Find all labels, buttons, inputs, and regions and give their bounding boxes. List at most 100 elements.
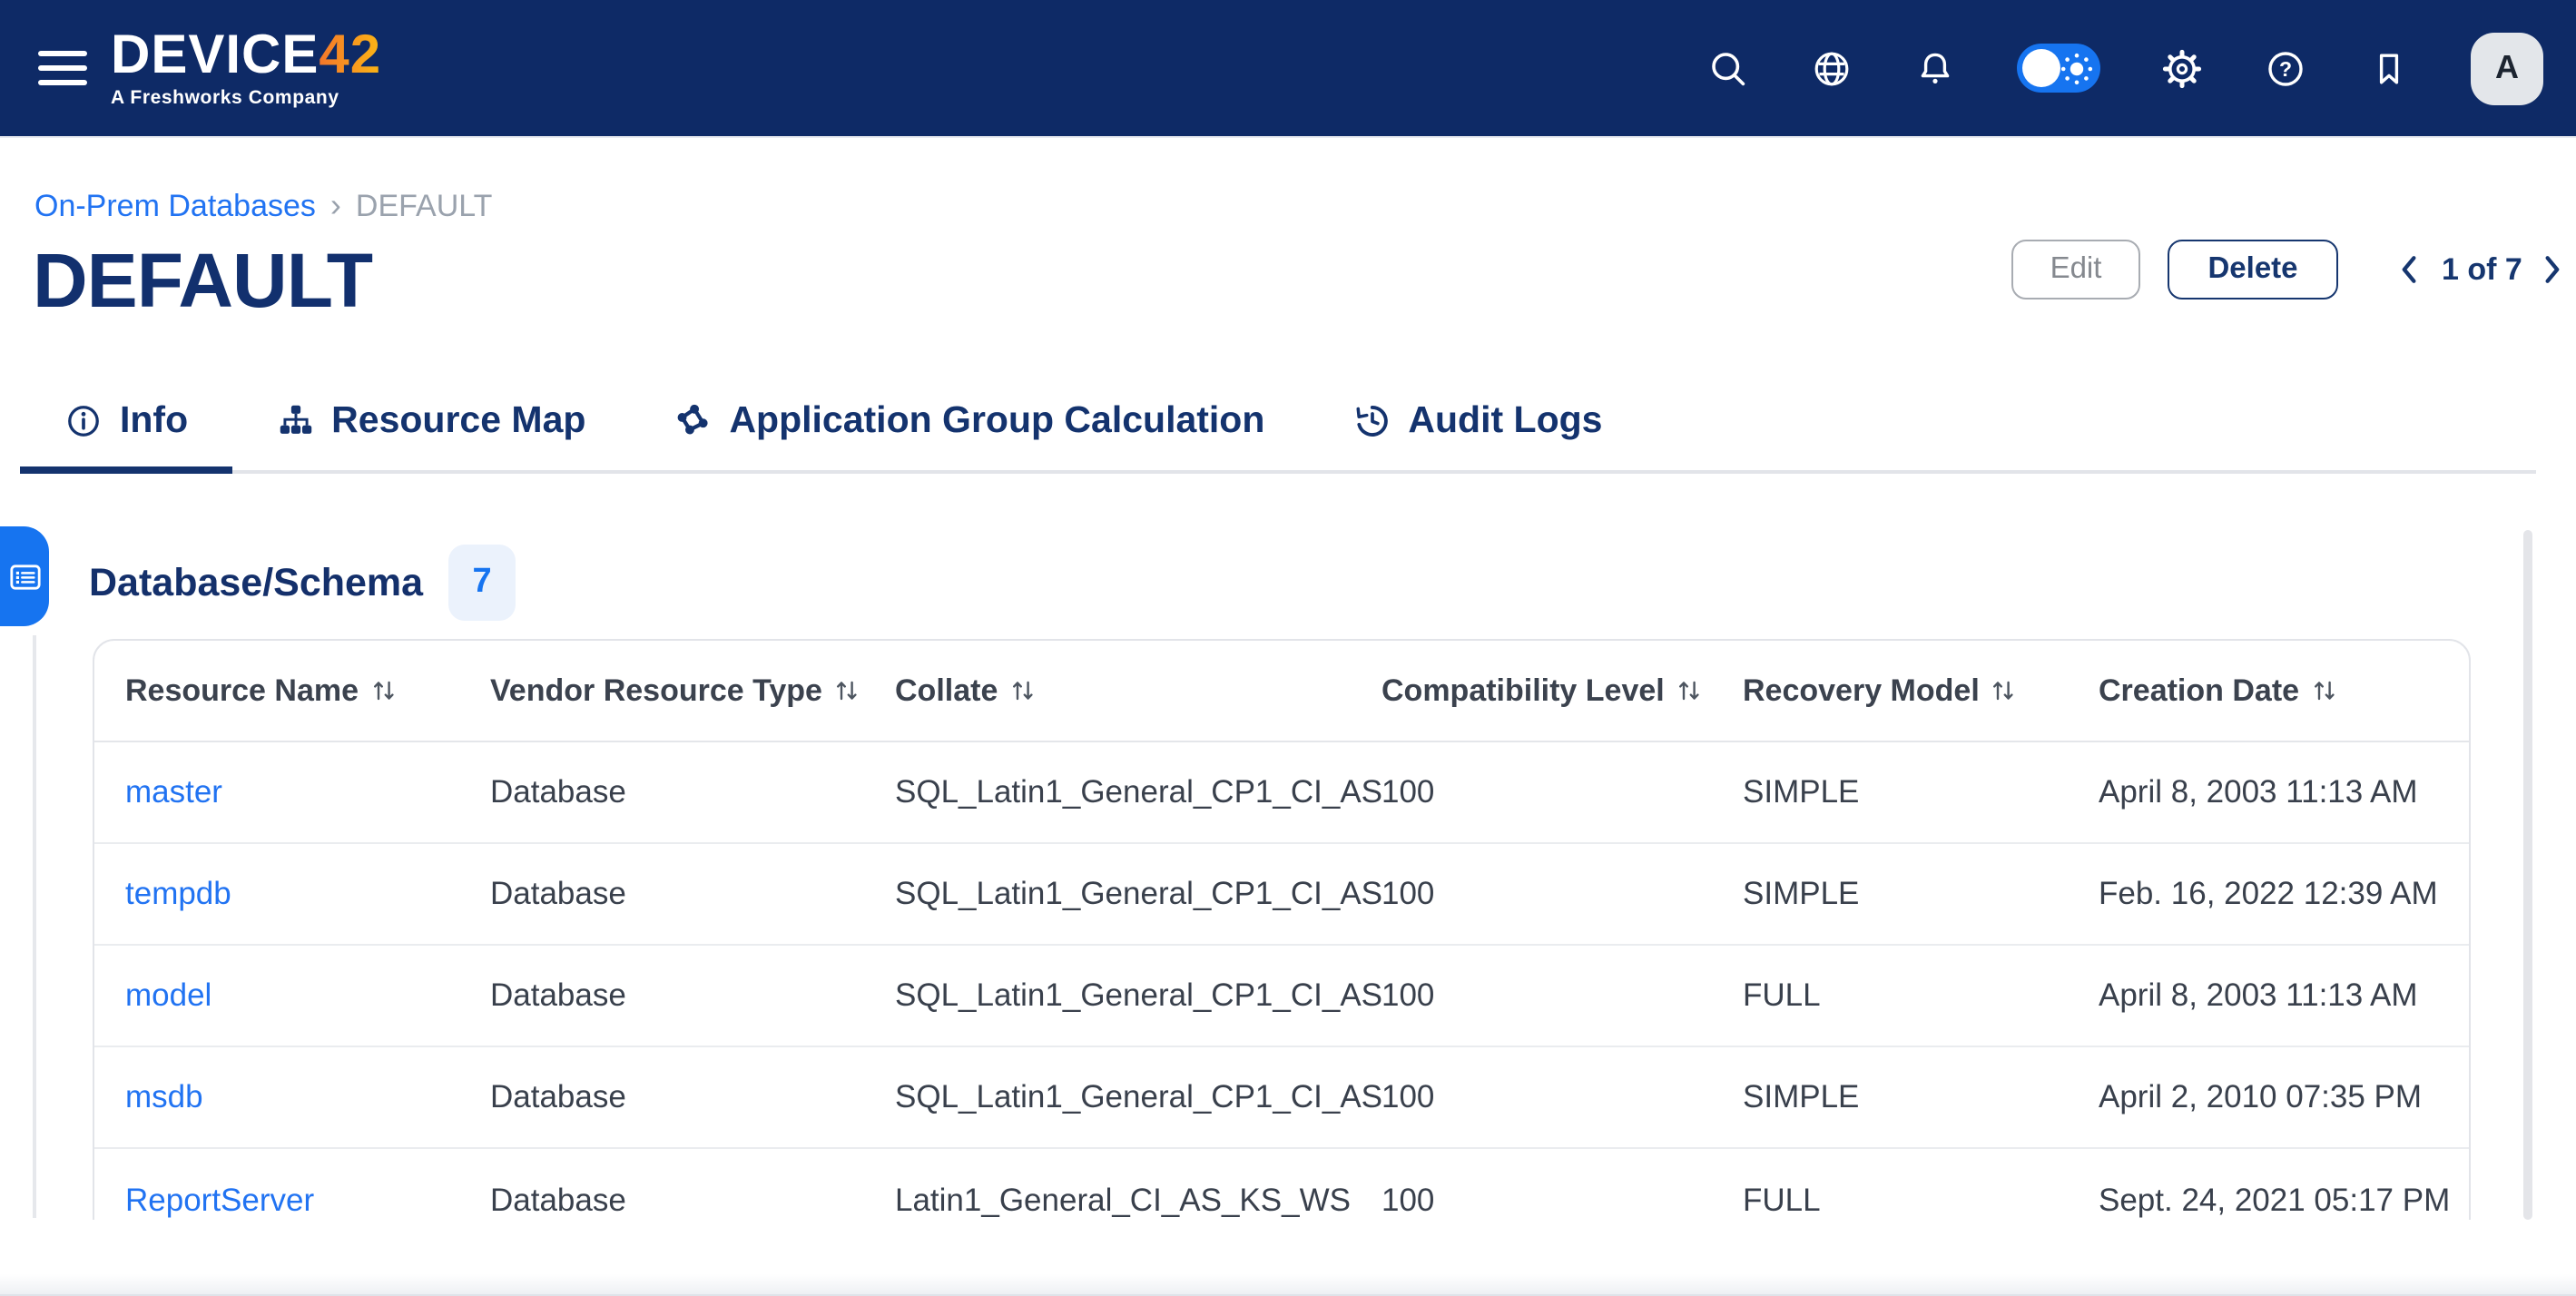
top-navbar: DEVICE42 A Freshworks Company ? <box>0 0 2576 138</box>
sort-icon <box>1992 679 2016 702</box>
chevron-right-icon[interactable] <box>2544 253 2566 286</box>
table-row: ReportServer Database Latin1_General_CI_… <box>94 1149 2469 1220</box>
pager-text: 1 of 7 <box>2442 251 2522 288</box>
avatar[interactable]: A <box>2471 32 2543 104</box>
list-icon <box>6 558 43 594</box>
tab-audit-logs[interactable]: Audit Logs <box>1308 385 1646 474</box>
tab-application-group-calculation[interactable]: Application Group Calculation <box>629 385 1308 474</box>
database-schema-table: Resource Name Vendor Resource Type Colla… <box>93 639 2471 1220</box>
tab-resource-map[interactable]: Resource Map <box>231 385 629 474</box>
collate-cell: SQL_Latin1_General_CP1_CI_AS <box>895 875 1381 913</box>
navbar-actions: ? A <box>1706 32 2576 104</box>
compatibility-level-cell: 100 <box>1381 875 1743 913</box>
column-header-vendor-resource-type[interactable]: Vendor Resource Type <box>490 673 895 709</box>
recovery-model-cell: FULL <box>1743 977 2099 1015</box>
menu-icon[interactable] <box>38 50 87 86</box>
window-bottom-edge <box>0 1274 2576 1296</box>
sort-icon <box>1010 679 1034 702</box>
bell-icon[interactable] <box>1913 46 1957 90</box>
section-title: Database/Schema <box>89 560 423 605</box>
network-icon <box>673 401 713 441</box>
breadcrumb: On-Prem Databases › DEFAULT <box>34 187 492 225</box>
chevron-left-icon[interactable] <box>2398 253 2420 286</box>
compatibility-level-cell: 100 <box>1381 773 1743 811</box>
recovery-model-cell: FULL <box>1743 1181 2099 1219</box>
tab-label: Info <box>120 399 188 443</box>
page-title: DEFAULT <box>33 238 372 325</box>
column-header-resource-name[interactable]: Resource Name <box>125 673 490 709</box>
tab-bar: Info Resource Map Application Group Calc… <box>20 385 2536 474</box>
collate-cell: SQL_Latin1_General_CP1_CI_AS <box>895 773 1381 811</box>
tab-info[interactable]: Info <box>20 385 231 474</box>
table-row: master Database SQL_Latin1_General_CP1_C… <box>94 742 2469 844</box>
sort-icon <box>835 679 859 702</box>
resource-name-link[interactable]: ReportServer <box>125 1181 490 1219</box>
theme-toggle[interactable] <box>2017 44 2100 93</box>
sort-icon <box>371 679 395 702</box>
recovery-model-cell: SIMPLE <box>1743 1078 2099 1116</box>
recovery-model-cell: SIMPLE <box>1743 875 2099 913</box>
logo-subtitle: A Freshworks Company <box>111 89 381 108</box>
compatibility-level-cell: 100 <box>1381 1078 1743 1116</box>
sitemap-icon <box>275 401 315 441</box>
column-header-compatibility-level[interactable]: Compatibility Level <box>1381 673 1743 709</box>
table-row: msdb Database SQL_Latin1_General_CP1_CI_… <box>94 1047 2469 1149</box>
creation-date-cell: April 2, 2010 07:35 PM <box>2099 1078 2469 1116</box>
column-header-collate[interactable]: Collate <box>895 673 1381 709</box>
delete-button[interactable]: Delete <box>2168 240 2338 299</box>
logo-text: DEVICE42 <box>111 29 381 83</box>
table-row: model Database SQL_Latin1_General_CP1_CI… <box>94 946 2469 1047</box>
collate-cell: SQL_Latin1_General_CP1_CI_AS <box>895 1078 1381 1116</box>
creation-date-cell: Sept. 24, 2021 05:17 PM <box>2099 1181 2469 1219</box>
tab-label: Application Group Calculation <box>729 399 1264 443</box>
breadcrumb-current: DEFAULT <box>356 188 493 224</box>
recovery-model-cell: SIMPLE <box>1743 773 2099 811</box>
table-header-row: Resource Name Vendor Resource Type Colla… <box>94 641 2469 742</box>
sun-icon <box>2059 50 2095 86</box>
globe-icon[interactable] <box>1810 46 1853 90</box>
creation-date-cell: April 8, 2003 11:13 AM <box>2099 977 2469 1015</box>
section-list-toggle[interactable] <box>0 526 49 626</box>
vendor-resource-type-cell: Database <box>490 1181 895 1219</box>
resource-name-link[interactable]: model <box>125 977 490 1015</box>
logo-accent: 42 <box>319 25 381 85</box>
page-actions: Edit Delete 1 of 7 <box>2011 240 2566 299</box>
gear-icon[interactable] <box>2160 46 2204 90</box>
vendor-resource-type-cell: Database <box>490 875 895 913</box>
column-header-recovery-model[interactable]: Recovery Model <box>1743 673 2099 709</box>
creation-date-cell: Feb. 16, 2022 12:39 AM <box>2099 875 2469 913</box>
breadcrumb-separator: › <box>330 187 341 225</box>
count-badge: 7 <box>448 545 516 621</box>
edit-button[interactable]: Edit <box>2011 240 2140 299</box>
info-icon <box>64 401 103 441</box>
table-row: tempdb Database SQL_Latin1_General_CP1_C… <box>94 844 2469 946</box>
collate-cell: SQL_Latin1_General_CP1_CI_AS <box>895 977 1381 1015</box>
sort-icon <box>2312 679 2335 702</box>
section-header: Database/Schema 7 <box>89 545 516 621</box>
toggle-knob <box>2022 49 2060 87</box>
creation-date-cell: April 8, 2003 11:13 AM <box>2099 773 2469 811</box>
resource-name-link[interactable]: master <box>125 773 490 811</box>
resource-name-link[interactable]: tempdb <box>125 875 490 913</box>
search-icon[interactable] <box>1706 46 1750 90</box>
compatibility-level-cell: 100 <box>1381 977 1743 1015</box>
help-icon[interactable]: ? <box>2264 46 2307 90</box>
record-pager: 1 of 7 <box>2398 251 2566 288</box>
tab-label: Resource Map <box>331 399 585 443</box>
breadcrumb-parent-link[interactable]: On-Prem Databases <box>34 188 316 224</box>
tab-label: Audit Logs <box>1408 399 1602 443</box>
vendor-resource-type-cell: Database <box>490 1078 895 1116</box>
section-scrollbar[interactable] <box>2523 530 2532 1220</box>
vendor-resource-type-cell: Database <box>490 977 895 1015</box>
section-rail-divider <box>33 635 36 1218</box>
logo[interactable]: DEVICE42 A Freshworks Company <box>111 29 381 108</box>
collate-cell: Latin1_General_CI_AS_KS_WS <box>895 1181 1381 1219</box>
column-header-creation-date[interactable]: Creation Date <box>2099 673 2469 709</box>
sort-icon <box>1677 679 1701 702</box>
resource-name-link[interactable]: msdb <box>125 1078 490 1116</box>
svg-text:?: ? <box>2279 56 2292 80</box>
bookmark-icon[interactable] <box>2367 46 2411 90</box>
history-icon <box>1352 401 1391 441</box>
app-viewport: DEVICE42 A Freshworks Company ? <box>0 0 2576 1296</box>
compatibility-level-cell: 100 <box>1381 1181 1743 1219</box>
